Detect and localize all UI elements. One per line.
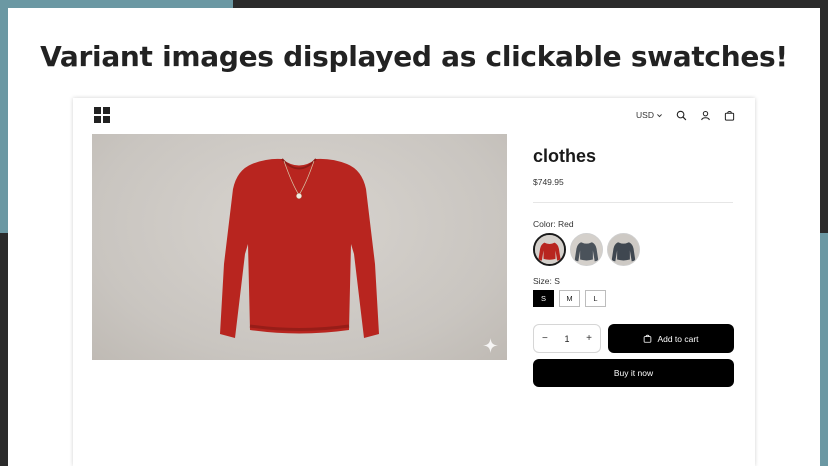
product-main-image[interactable] [92,134,507,360]
store-preview: USD clothes $749.95 Color: Red Size: S S… [73,98,755,466]
size-button-s[interactable]: S [533,290,554,307]
size-button-m[interactable]: M [559,290,580,307]
red-sweater-image [220,158,379,338]
currency-label: USD [636,110,654,120]
product-price: $749.95 [533,177,564,187]
account-icon[interactable] [700,110,711,121]
header-actions: USD [636,106,735,124]
search-icon[interactable] [676,110,687,121]
buy-now-label: Buy it now [613,368,654,378]
add-to-cart-label: Add to cart [657,333,699,344]
promo-headline: Variant images displayed as clickable sw… [40,40,788,73]
quantity-stepper: − 1 + [533,324,601,353]
color-swatch-gray[interactable] [570,233,603,266]
add-to-cart-button[interactable]: Add to cart [608,324,734,353]
buy-now-button[interactable]: Buy it now [533,359,734,387]
color-option-label: Color: Red [533,219,574,229]
size-button-l[interactable]: L [585,290,606,307]
product-title: clothes [533,146,597,166]
currency-selector[interactable]: USD [636,110,663,120]
color-swatches [533,233,640,266]
cart-icon[interactable] [724,110,735,121]
size-option-label: Size: S [533,276,560,286]
size-options: S M L [533,290,606,307]
color-swatch-gray[interactable] [607,233,640,266]
sparkle-icon [483,338,498,353]
quantity-decrease-button[interactable]: − [542,333,548,344]
quantity-increase-button[interactable]: + [586,333,592,344]
divider [533,202,733,203]
chevron-down-icon [657,113,662,117]
grid-logo-icon[interactable] [94,107,110,123]
quantity-value[interactable]: 1 [564,334,569,344]
color-swatch-red[interactable] [533,233,566,266]
cart-add-icon [644,334,652,343]
